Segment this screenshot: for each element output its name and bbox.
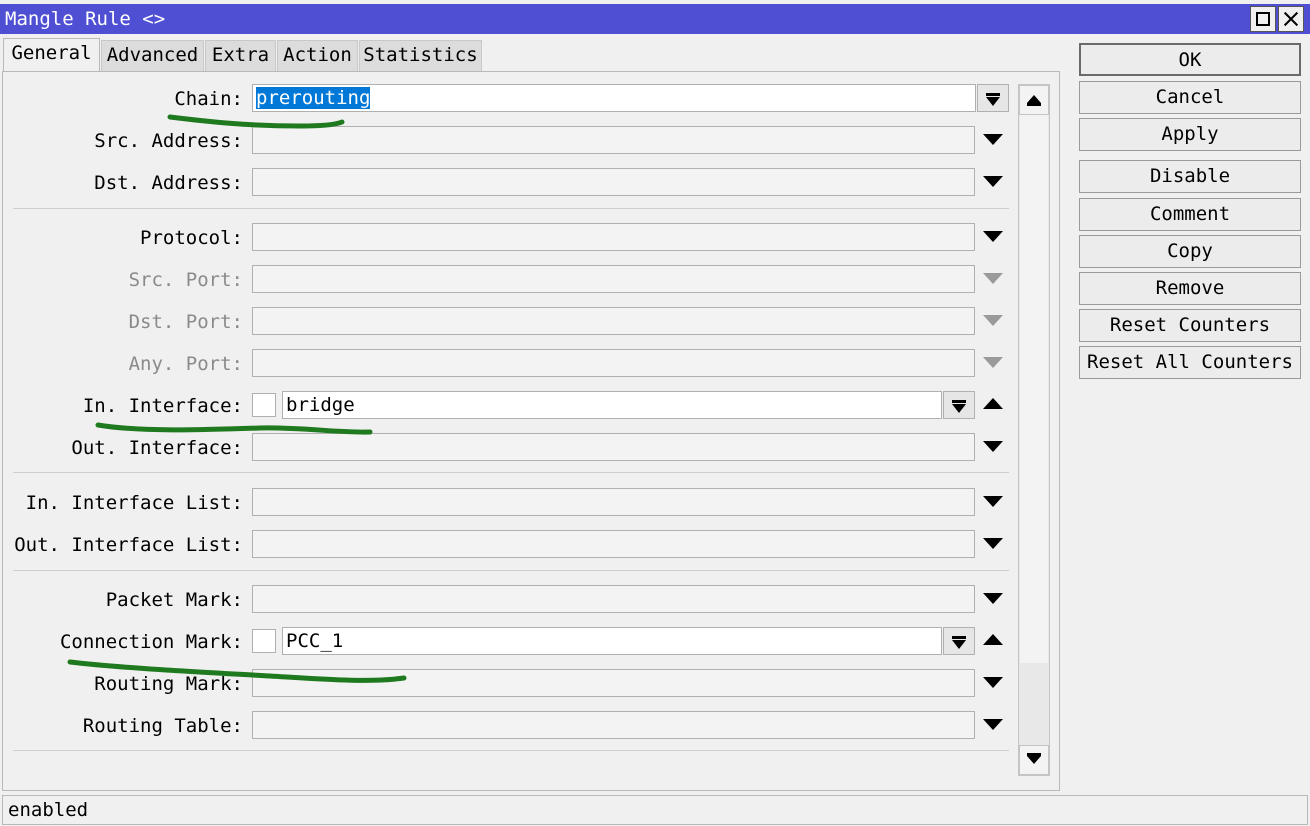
protocol-expand-icon[interactable] (983, 231, 1003, 242)
tab-advanced[interactable]: Advanced (101, 40, 204, 72)
dst-port-label: Dst. Port: (128, 311, 243, 333)
any-port-expand-icon (983, 357, 1003, 368)
disable-button[interactable]: Disable (1079, 160, 1301, 193)
routing-mark-field[interactable] (252, 669, 975, 697)
src-address-field[interactable] (252, 126, 975, 154)
routing-table-expand-icon[interactable] (983, 719, 1003, 730)
protocol-label: Protocol: (140, 227, 243, 249)
connection-mark-negate-checkbox[interactable] (252, 629, 276, 653)
dst-address-expand-icon[interactable] (983, 176, 1003, 187)
connection-mark-label: Connection Mark: (59, 631, 243, 653)
out-interface-list-expand-icon[interactable] (983, 538, 1003, 549)
connection-mark-value: PCC_1 (286, 630, 344, 652)
scroll-down-icon[interactable] (1019, 745, 1049, 775)
dst-address-label: Dst. Address: (94, 172, 243, 194)
divider (13, 570, 1009, 571)
src-port-field[interactable] (252, 265, 975, 293)
scrollbar-thumb[interactable] (1020, 115, 1048, 663)
close-icon[interactable] (1278, 6, 1304, 32)
apply-button[interactable]: Apply (1079, 118, 1301, 151)
any-port-label: Any. Port: (128, 353, 243, 375)
ok-button[interactable]: OK (1079, 43, 1301, 76)
status-text: enabled (8, 799, 89, 821)
connection-mark-collapse-icon[interactable] (983, 634, 1003, 645)
window-title: Mangle Rule <> (5, 8, 166, 30)
in-interface-value: bridge (286, 394, 355, 416)
routing-mark-expand-icon[interactable] (983, 677, 1003, 688)
any-port-field[interactable] (252, 349, 975, 377)
comment-button[interactable]: Comment (1079, 198, 1301, 231)
title-bar: Mangle Rule <> (0, 4, 1310, 34)
maximize-icon[interactable] (1250, 6, 1276, 32)
protocol-field[interactable] (252, 223, 975, 251)
routing-table-field[interactable] (252, 711, 975, 739)
copy-button[interactable]: Copy (1079, 235, 1301, 268)
connection-mark-dropdown-icon[interactable] (943, 627, 975, 655)
out-interface-list-field[interactable] (252, 530, 975, 558)
cancel-button[interactable]: Cancel (1079, 81, 1301, 114)
packet-mark-expand-icon[interactable] (983, 593, 1003, 604)
divider (13, 208, 1009, 209)
src-port-label: Src. Port: (128, 269, 243, 291)
in-interface-label: In. Interface: (82, 395, 243, 417)
scroll-up-icon[interactable] (1019, 85, 1049, 115)
src-address-label: Src. Address: (94, 130, 243, 152)
tab-extra[interactable]: Extra (205, 40, 276, 72)
dst-address-field[interactable] (252, 168, 975, 196)
src-address-expand-icon[interactable] (983, 134, 1003, 145)
in-interface-list-field[interactable] (252, 488, 975, 516)
dst-port-field[interactable] (252, 307, 975, 335)
out-interface-list-label: Out. Interface List: (14, 534, 243, 556)
in-interface-dropdown-icon[interactable] (943, 391, 975, 419)
in-interface-list-label: In. Interface List: (25, 492, 243, 514)
chain-value: prerouting (256, 87, 371, 109)
in-interface-negate-checkbox[interactable] (252, 393, 276, 417)
remove-button[interactable]: Remove (1079, 272, 1301, 305)
status-bar: enabled (2, 795, 1308, 825)
chain-field[interactable]: prerouting (252, 84, 976, 112)
packet-mark-label: Packet Mark: (105, 589, 243, 611)
routing-table-label: Routing Table: (82, 715, 243, 737)
out-interface-expand-icon[interactable] (983, 441, 1003, 452)
divider (13, 750, 1009, 751)
connection-mark-field[interactable]: PCC_1 (282, 627, 942, 655)
tab-statistics[interactable]: Statistics (359, 40, 482, 72)
in-interface-list-expand-icon[interactable] (983, 496, 1003, 507)
routing-mark-label: Routing Mark: (94, 673, 243, 695)
out-interface-label: Out. Interface: (71, 437, 243, 459)
in-interface-field[interactable]: bridge (282, 391, 942, 419)
vertical-scrollbar[interactable] (1018, 84, 1050, 776)
src-port-expand-icon (983, 273, 1003, 284)
tab-action[interactable]: Action (277, 40, 358, 72)
chain-label: Chain: (174, 88, 243, 110)
in-interface-collapse-icon[interactable] (983, 398, 1003, 409)
out-interface-field[interactable] (252, 433, 975, 461)
reset-counters-button[interactable]: Reset Counters (1079, 309, 1301, 342)
tab-general[interactable]: General (3, 38, 100, 72)
reset-all-counters-button[interactable]: Reset All Counters (1079, 346, 1301, 379)
dst-port-expand-icon (983, 315, 1003, 326)
chain-dropdown-icon[interactable] (977, 84, 1009, 112)
divider (13, 472, 1009, 473)
packet-mark-field[interactable] (252, 585, 975, 613)
